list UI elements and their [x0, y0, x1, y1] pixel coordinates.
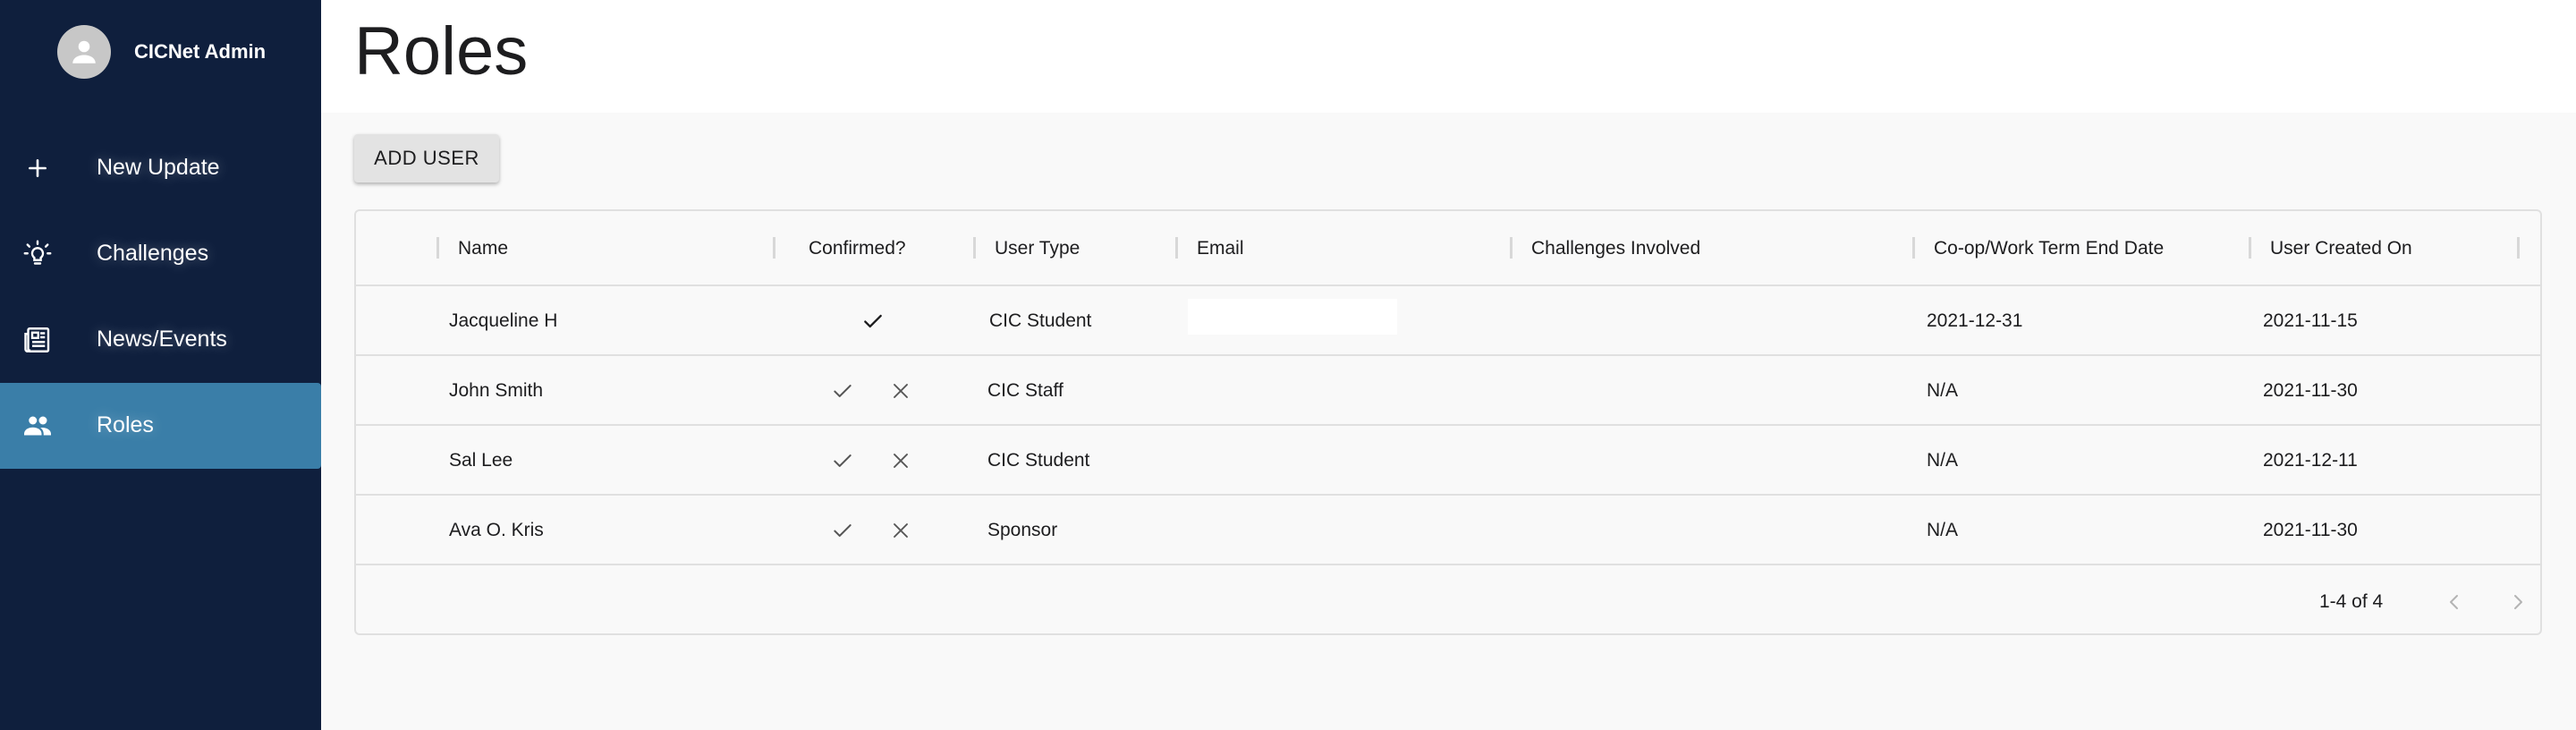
table-row[interactable]: Jacqueline H CIC Student 2021-12-31 2021… [356, 286, 2540, 356]
profile-name: CICNet Admin [134, 40, 267, 63]
column-separator[interactable] [1912, 237, 1915, 259]
confirm-check-icon[interactable] [829, 447, 856, 474]
column-header-email[interactable]: Email [1197, 238, 1244, 259]
nav-item-label: Challenges [97, 241, 209, 266]
cell-user-type: CIC Student [989, 310, 1092, 331]
nav-item-roles[interactable]: Roles [0, 383, 321, 469]
nav-item-challenges[interactable]: Challenges [0, 211, 321, 297]
add-user-button[interactable]: ADD USER [354, 134, 499, 182]
lightbulb-icon [20, 236, 55, 272]
table-footer: 1-4 of 4 [356, 566, 2540, 636]
nav-item-label: New Update [97, 155, 220, 180]
pagination-range: 1-4 of 4 [2319, 591, 2384, 612]
confirm-check-icon[interactable] [829, 378, 856, 404]
column-separator[interactable] [2249, 237, 2251, 259]
cell-name: Ava O. Kris [449, 520, 544, 540]
column-header-confirmed[interactable]: Confirmed? [809, 238, 906, 259]
users-table: Name Confirmed? User Type Email Challeng… [354, 209, 2542, 635]
sidebar: CICNet Admin New Update Challenges News/… [0, 0, 321, 730]
cell-user-type: Sponsor [987, 520, 1058, 540]
column-header-user-type[interactable]: User Type [995, 238, 1080, 259]
nav-item-news-events[interactable]: News/Events [0, 297, 321, 383]
column-separator[interactable] [1510, 237, 1513, 259]
cell-end-date: N/A [1927, 450, 1959, 471]
check-icon [860, 308, 886, 335]
column-header-end-date[interactable]: Co-op/Work Term End Date [1934, 238, 2164, 259]
avatar [57, 25, 111, 79]
page-title: Roles [354, 13, 529, 89]
cell-name: Jacqueline H [449, 310, 558, 331]
table-row[interactable]: Sal Lee CIC Student N/A 2021-12-11 [356, 426, 2540, 496]
column-header-name[interactable]: Name [458, 238, 508, 259]
cell-name: John Smith [449, 380, 544, 401]
chevron-left-icon[interactable] [2440, 588, 2469, 616]
column-separator[interactable] [436, 237, 439, 259]
reject-close-icon[interactable] [887, 378, 914, 404]
table-row[interactable]: John Smith CIC Staff N/A 2021-11-30 [356, 356, 2540, 426]
column-separator[interactable] [1175, 237, 1178, 259]
cell-end-date: 2021-12-31 [1927, 310, 2023, 331]
cell-created-on: 2021-11-30 [2263, 520, 2358, 540]
column-separator[interactable] [773, 237, 775, 259]
people-icon [20, 408, 55, 444]
reject-close-icon[interactable] [887, 447, 914, 474]
cell-created-on: 2021-11-15 [2263, 310, 2358, 331]
person-icon [72, 40, 96, 64]
nav-item-label: News/Events [97, 327, 227, 352]
chevron-right-icon[interactable] [2504, 588, 2532, 616]
cell-email [1188, 299, 1397, 335]
nav-item-label: Roles [97, 412, 154, 437]
column-separator[interactable] [2517, 237, 2520, 259]
column-separator[interactable] [973, 237, 976, 259]
column-header-created-on[interactable]: User Created On [2270, 238, 2412, 259]
table-row[interactable]: Ava O. Kris Sponsor N/A 2021-11-30 [356, 496, 2540, 565]
table-header: Name Confirmed? User Type Email Challeng… [356, 211, 2540, 286]
cell-user-type: CIC Staff [987, 380, 1063, 401]
column-header-challenges[interactable]: Challenges Involved [1531, 238, 1700, 259]
plus-icon [20, 150, 55, 186]
nav-item-new-update[interactable]: New Update [0, 125, 321, 211]
cell-created-on: 2021-12-11 [2263, 450, 2358, 471]
profile: CICNet Admin [57, 25, 266, 79]
cell-end-date: N/A [1927, 520, 1959, 540]
reject-close-icon[interactable] [887, 517, 914, 544]
confirm-check-icon[interactable] [829, 517, 856, 544]
cell-name: Sal Lee [449, 450, 513, 471]
cell-user-type: CIC Student [987, 450, 1090, 471]
newspaper-icon [20, 322, 55, 358]
cell-created-on: 2021-11-30 [2263, 380, 2358, 401]
cell-end-date: N/A [1927, 380, 1959, 401]
